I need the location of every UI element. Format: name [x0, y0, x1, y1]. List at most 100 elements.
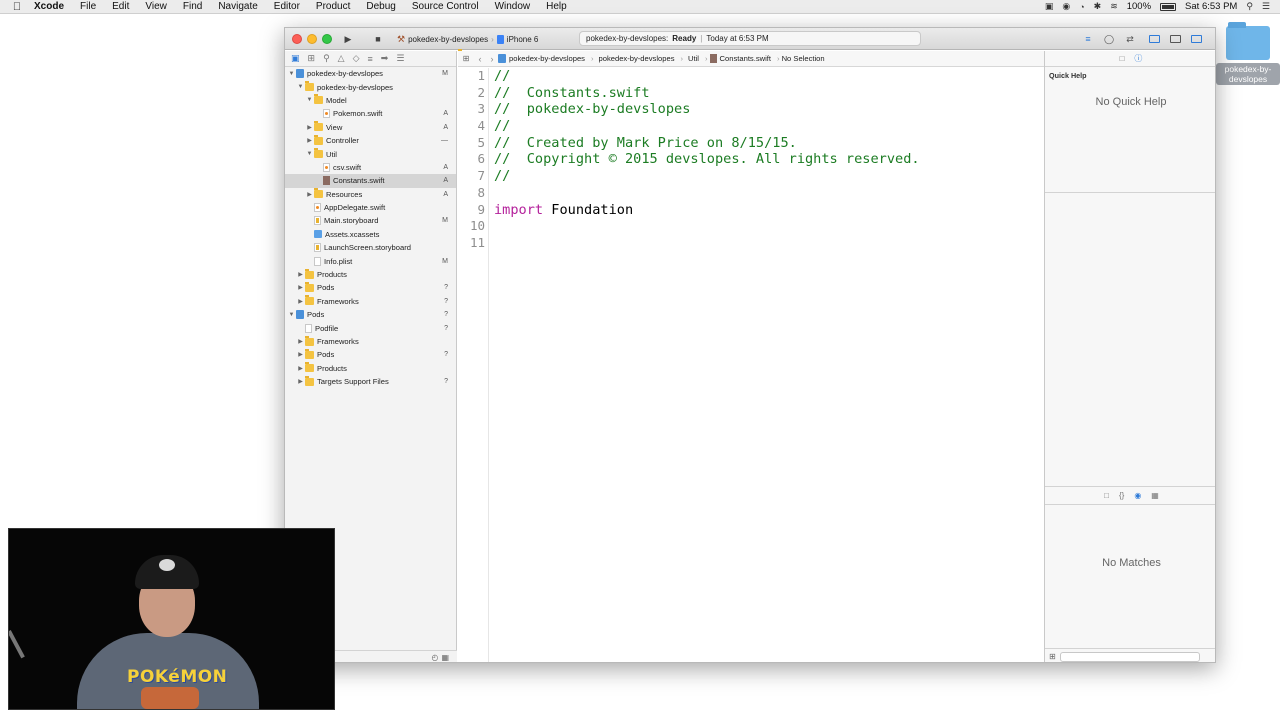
object-library-icon[interactable]: ◉ [1134, 491, 1141, 500]
version-editor-icon[interactable]: ⇄ [1121, 32, 1139, 46]
menu-window[interactable]: Window [487, 1, 539, 12]
breadcrumb-util[interactable]: Util [685, 54, 703, 63]
find-navigator-tab-icon[interactable]: ⚲ [323, 53, 330, 64]
disclosure-closed-icon[interactable]: ▶ [296, 338, 305, 345]
menu-debug[interactable]: Debug [358, 1, 403, 12]
disclosure-closed-icon[interactable]: ▶ [296, 351, 305, 358]
zoom-window-button[interactable] [322, 34, 332, 44]
forward-arrow-icon[interactable]: › [486, 54, 498, 64]
tree-row[interactable]: Podfile? [285, 321, 456, 334]
toggle-debug-area-icon[interactable] [1166, 32, 1184, 46]
disclosure-open-icon[interactable]: ▼ [296, 84, 305, 90]
tree-row[interactable]: ▼ Pods? [285, 308, 456, 321]
related-items-icon[interactable]: ⊞ [458, 54, 474, 63]
library-filter-input[interactable] [1059, 651, 1200, 662]
spotlight-search-icon[interactable]: ⚲ [1246, 1, 1253, 12]
issue-navigator-tab-icon[interactable]: △ [338, 53, 345, 64]
notification-center-icon[interactable]: ☰ [1262, 1, 1270, 12]
tree-row[interactable]: ▶ Resources A [285, 188, 456, 201]
breadcrumb-file[interactable]: Constants.swift [709, 54, 776, 63]
tree-row[interactable]: Info.plist M [285, 254, 456, 267]
disclosure-open-icon[interactable]: ▼ [287, 312, 296, 318]
grid-view-icon[interactable]: ⊞ [1049, 652, 1056, 661]
tree-row[interactable]: ▶ Frameworks [285, 335, 456, 348]
scm-filter-icon[interactable]: ▦ [441, 653, 449, 662]
tree-row[interactable]: ▶ Frameworks? [285, 295, 456, 308]
standard-editor-icon[interactable]: ≡ [1079, 32, 1097, 46]
disclosure-open-icon[interactable]: ▼ [305, 151, 314, 157]
tree-row[interactable]: Pokemon.swift A [285, 107, 456, 120]
back-arrow-icon[interactable]: ‹ [474, 54, 486, 64]
file-inspector-tab-icon[interactable]: □ [1120, 54, 1125, 63]
lastpass-icon[interactable]: ◉ [1062, 1, 1070, 12]
time-machine-icon[interactable]: ◔ [1079, 2, 1084, 12]
menu-navigate[interactable]: Navigate [210, 1, 265, 12]
tree-row[interactable]: csv.swift A [285, 161, 456, 174]
disclosure-closed-icon[interactable]: ▶ [305, 137, 314, 144]
line-number-gutter[interactable]: 1 2 3 4 5 6 7 8 9 10 11 [458, 68, 489, 662]
tree-row[interactable]: ▶ Targets Support Files? [285, 375, 456, 388]
wifi-icon[interactable]: ≋ [1110, 1, 1118, 12]
tree-row[interactable]: AppDelegate.swift [285, 201, 456, 214]
assistant-editor-icon[interactable]: ◯ [1100, 32, 1118, 46]
tree-row[interactable]: Assets.xcassets [285, 228, 456, 241]
tree-row[interactable]: ▼ Model [285, 94, 456, 107]
disclosure-closed-icon[interactable]: ▶ [296, 284, 305, 291]
menu-file[interactable]: File [72, 1, 104, 12]
breadcrumb-group[interactable]: pokedex-by-devslopes [596, 54, 679, 63]
disclosure-open-icon[interactable]: ▼ [287, 71, 296, 77]
breakpoint-navigator-tab-icon[interactable]: ➡ [381, 53, 389, 64]
code-area[interactable]: 1 2 3 4 5 6 7 8 9 10 11 // // Constants.… [458, 68, 1044, 662]
stop-button[interactable]: ■ [367, 32, 389, 46]
tree-row[interactable]: ▶ Controller — [285, 134, 456, 147]
run-button[interactable]: ▶ [337, 32, 359, 46]
tree-row[interactable]: ▶ Products [285, 268, 456, 281]
scheme-selector[interactable]: ⚒ pokedex-by-devslopes › iPhone 6 [397, 32, 538, 46]
battery-icon[interactable] [1160, 2, 1177, 11]
debug-navigator-tab-icon[interactable]: ≡ [368, 54, 373, 64]
bluetooth-icon[interactable]: ✱ [1094, 1, 1102, 12]
disclosure-closed-icon[interactable]: ▶ [296, 378, 305, 385]
tree-row[interactable]: ▶ Pods? [285, 281, 456, 294]
menu-app-xcode[interactable]: Xcode [34, 1, 72, 12]
toggle-navigator-icon[interactable] [1145, 32, 1163, 46]
disclosure-closed-icon[interactable]: ▶ [296, 298, 305, 305]
menu-source-control[interactable]: Source Control [404, 1, 487, 12]
airplay-icon[interactable]: ▣ [1045, 1, 1054, 12]
project-navigator-tab-icon[interactable]: ▣ [291, 53, 300, 64]
tree-row[interactable]: Main.storyboard M [285, 214, 456, 227]
close-window-button[interactable] [292, 34, 302, 44]
menu-edit[interactable]: Edit [104, 1, 137, 12]
code-snippet-library-icon[interactable]: {} [1119, 491, 1124, 500]
tree-row[interactable]: ▼ pokedex-by-devslopes [285, 80, 456, 93]
menu-product[interactable]: Product [308, 1, 358, 12]
file-template-library-icon[interactable]: □ [1104, 491, 1109, 500]
code-lines[interactable]: // // Constants.swift // pokedex-by-devs… [494, 68, 920, 252]
disclosure-closed-icon[interactable]: ▶ [305, 124, 314, 131]
apple-menu-icon[interactable]:  [0, 1, 34, 13]
tree-row[interactable]: LaunchScreen.storyboard [285, 241, 456, 254]
desktop-folder[interactable]: pokedex-by-devslopes [1216, 22, 1280, 92]
test-navigator-tab-icon[interactable]: ◇ [353, 53, 360, 64]
menu-view[interactable]: View [137, 1, 175, 12]
breadcrumb-project[interactable]: pokedex-by-devslopes [498, 54, 589, 63]
menu-editor[interactable]: Editor [266, 1, 308, 12]
recent-files-icon[interactable]: ◴ [431, 653, 438, 662]
toggle-utilities-icon[interactable] [1187, 32, 1205, 46]
menu-find[interactable]: Find [175, 1, 210, 12]
disclosure-closed-icon[interactable]: ▶ [296, 365, 305, 372]
disclosure-closed-icon[interactable]: ▶ [305, 191, 314, 198]
tree-row[interactable]: ▼ Util [285, 147, 456, 160]
report-navigator-tab-icon[interactable]: ☰ [396, 53, 404, 64]
tree-row-selected[interactable]: Constants.swift A [285, 174, 456, 188]
disclosure-open-icon[interactable]: ▼ [305, 97, 314, 103]
media-library-icon[interactable]: ▦ [1151, 491, 1159, 500]
breadcrumb-selection[interactable]: No Selection [782, 54, 829, 63]
tree-row[interactable]: ▶ Pods? [285, 348, 456, 361]
symbol-navigator-tab-icon[interactable]: ⊞ [308, 53, 316, 64]
tree-row[interactable]: ▼ pokedex-by-devslopes M [285, 67, 456, 80]
quick-help-tab-icon[interactable]: ⓘ [1134, 53, 1142, 64]
tree-row[interactable]: ▶ Products [285, 362, 456, 375]
clock[interactable]: Sat 6:53 PM [1185, 1, 1237, 12]
menu-help[interactable]: Help [538, 1, 575, 12]
